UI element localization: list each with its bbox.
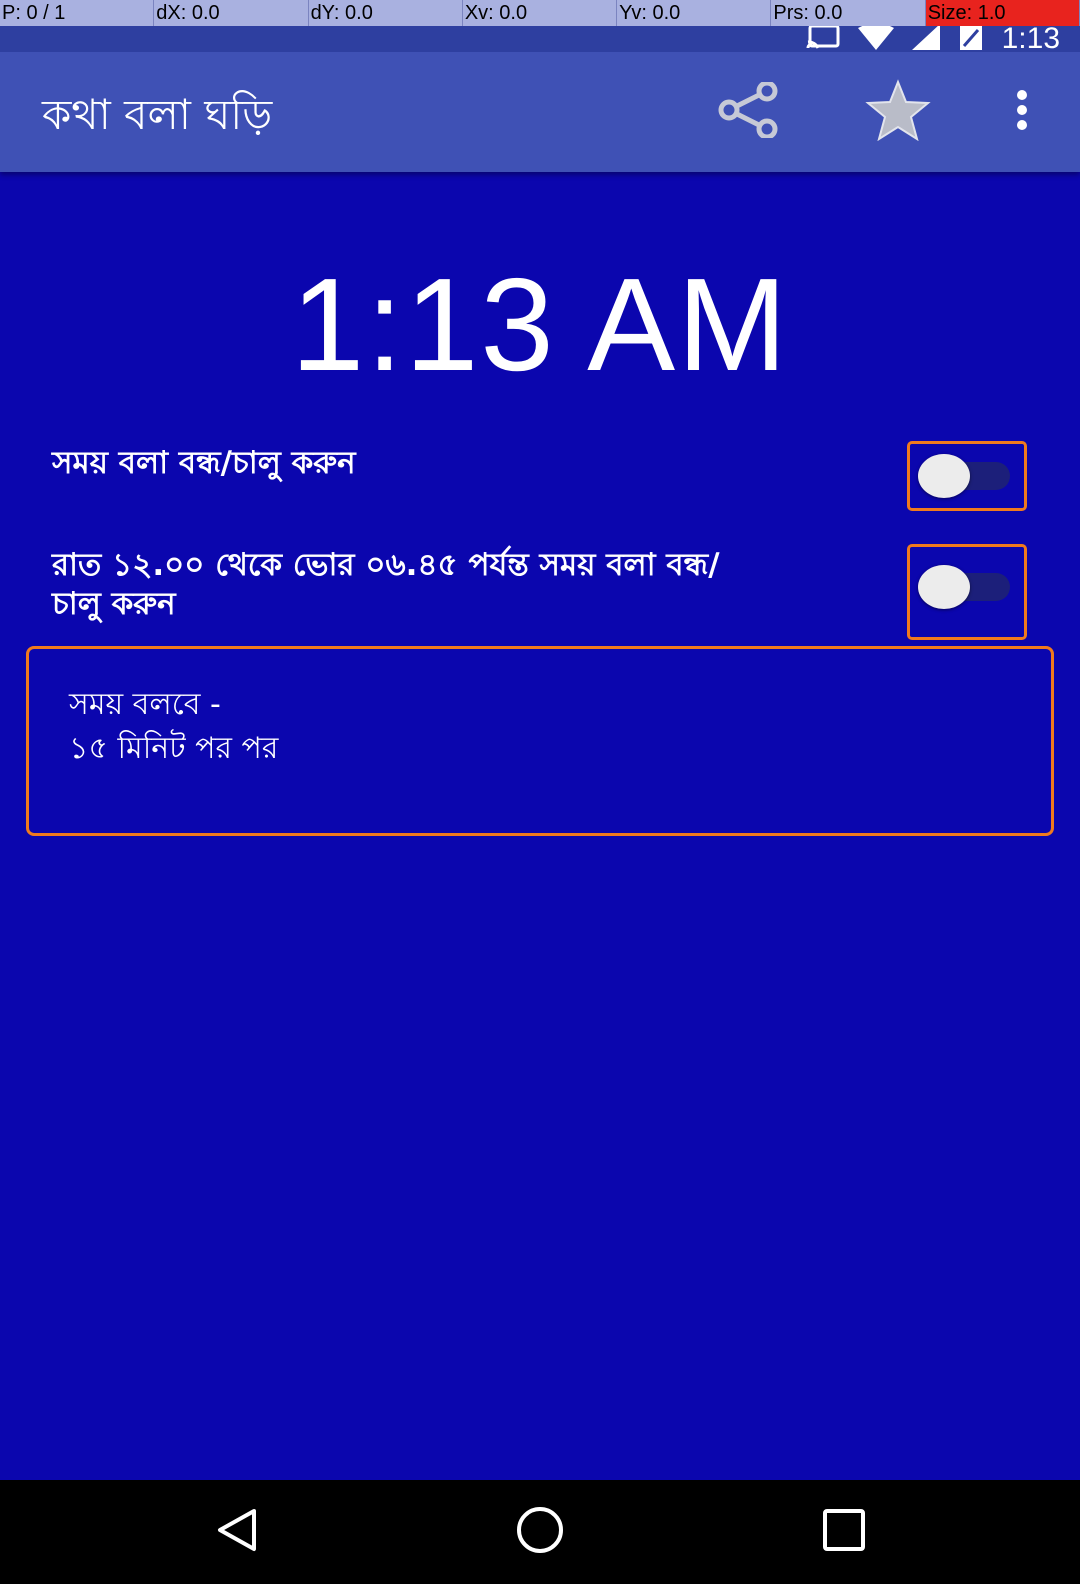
app-bar: কথা বলা ঘড়ি — [0, 52, 1080, 172]
debug-pressure: Prs: 0.0 — [771, 0, 926, 26]
debug-xv: Xv: 0.0 — [463, 0, 618, 26]
speech-toggle-switch[interactable] — [907, 441, 1027, 511]
night-mute-toggle-switch[interactable] — [907, 544, 1027, 640]
battery-icon — [958, 24, 984, 54]
night-mute-toggle-thumb — [918, 565, 970, 609]
home-button[interactable] — [508, 1500, 572, 1564]
star-icon — [865, 79, 931, 145]
pointer-debug-bar: P: 0 / 1 dX: 0.0 dY: 0.0 Xv: 0.0 Yv: 0.0… — [0, 0, 1080, 26]
interval-heading: সময় বলবে - — [69, 687, 221, 722]
overflow-menu-icon — [1015, 90, 1029, 134]
clock-display: 1:13 AM — [290, 251, 790, 398]
share-button[interactable] — [716, 80, 780, 144]
debug-yv: Yv: 0.0 — [617, 0, 772, 26]
recents-button[interactable] — [812, 1500, 876, 1564]
night-mute-label-line2: চালু করুন — [52, 586, 176, 622]
overflow-menu-button[interactable] — [990, 80, 1054, 144]
interval-value: ১৫ মিনিট পর পর — [69, 731, 279, 766]
debug-dy: dY: 0.0 — [309, 0, 463, 26]
debug-dx: dX: 0.0 — [154, 0, 309, 26]
speech-toggle-label: সময় বলা বন্ধ/চালু করুন — [52, 445, 356, 481]
status-icons: 1:13 — [806, 22, 1060, 55]
back-button[interactable] — [205, 1500, 269, 1564]
night-mute-toggle-label: রাত ১২.০০ থেকে ভোর ০৬.৪৫ পর্যন্ত সময় বল… — [52, 546, 892, 624]
signal-icon — [911, 24, 940, 54]
app-title: কথা বলা ঘড়ি — [42, 90, 273, 139]
recents-icon — [822, 1508, 866, 1556]
home-icon — [515, 1505, 565, 1559]
favorite-button[interactable] — [865, 79, 931, 145]
back-icon — [214, 1507, 260, 1557]
status-bar: 1:13 — [0, 22, 1080, 55]
debug-size: Size: 1.0 — [925, 0, 1080, 26]
cast-icon — [806, 24, 840, 54]
share-icon — [717, 80, 779, 142]
interval-selector[interactable]: সময় বলবে - ১৫ মিনিট পর পর — [26, 646, 1054, 836]
status-time: 1:13 — [1001, 22, 1060, 55]
navigation-bar — [0, 1480, 1080, 1584]
speech-toggle-thumb — [918, 454, 970, 498]
night-mute-label-line1: রাত ১২.০০ থেকে ভোর ০৬.৪৫ পর্যন্ত সময় বল… — [52, 547, 720, 583]
wifi-icon — [857, 23, 894, 54]
debug-pointer-count: P: 0 / 1 — [0, 0, 155, 26]
